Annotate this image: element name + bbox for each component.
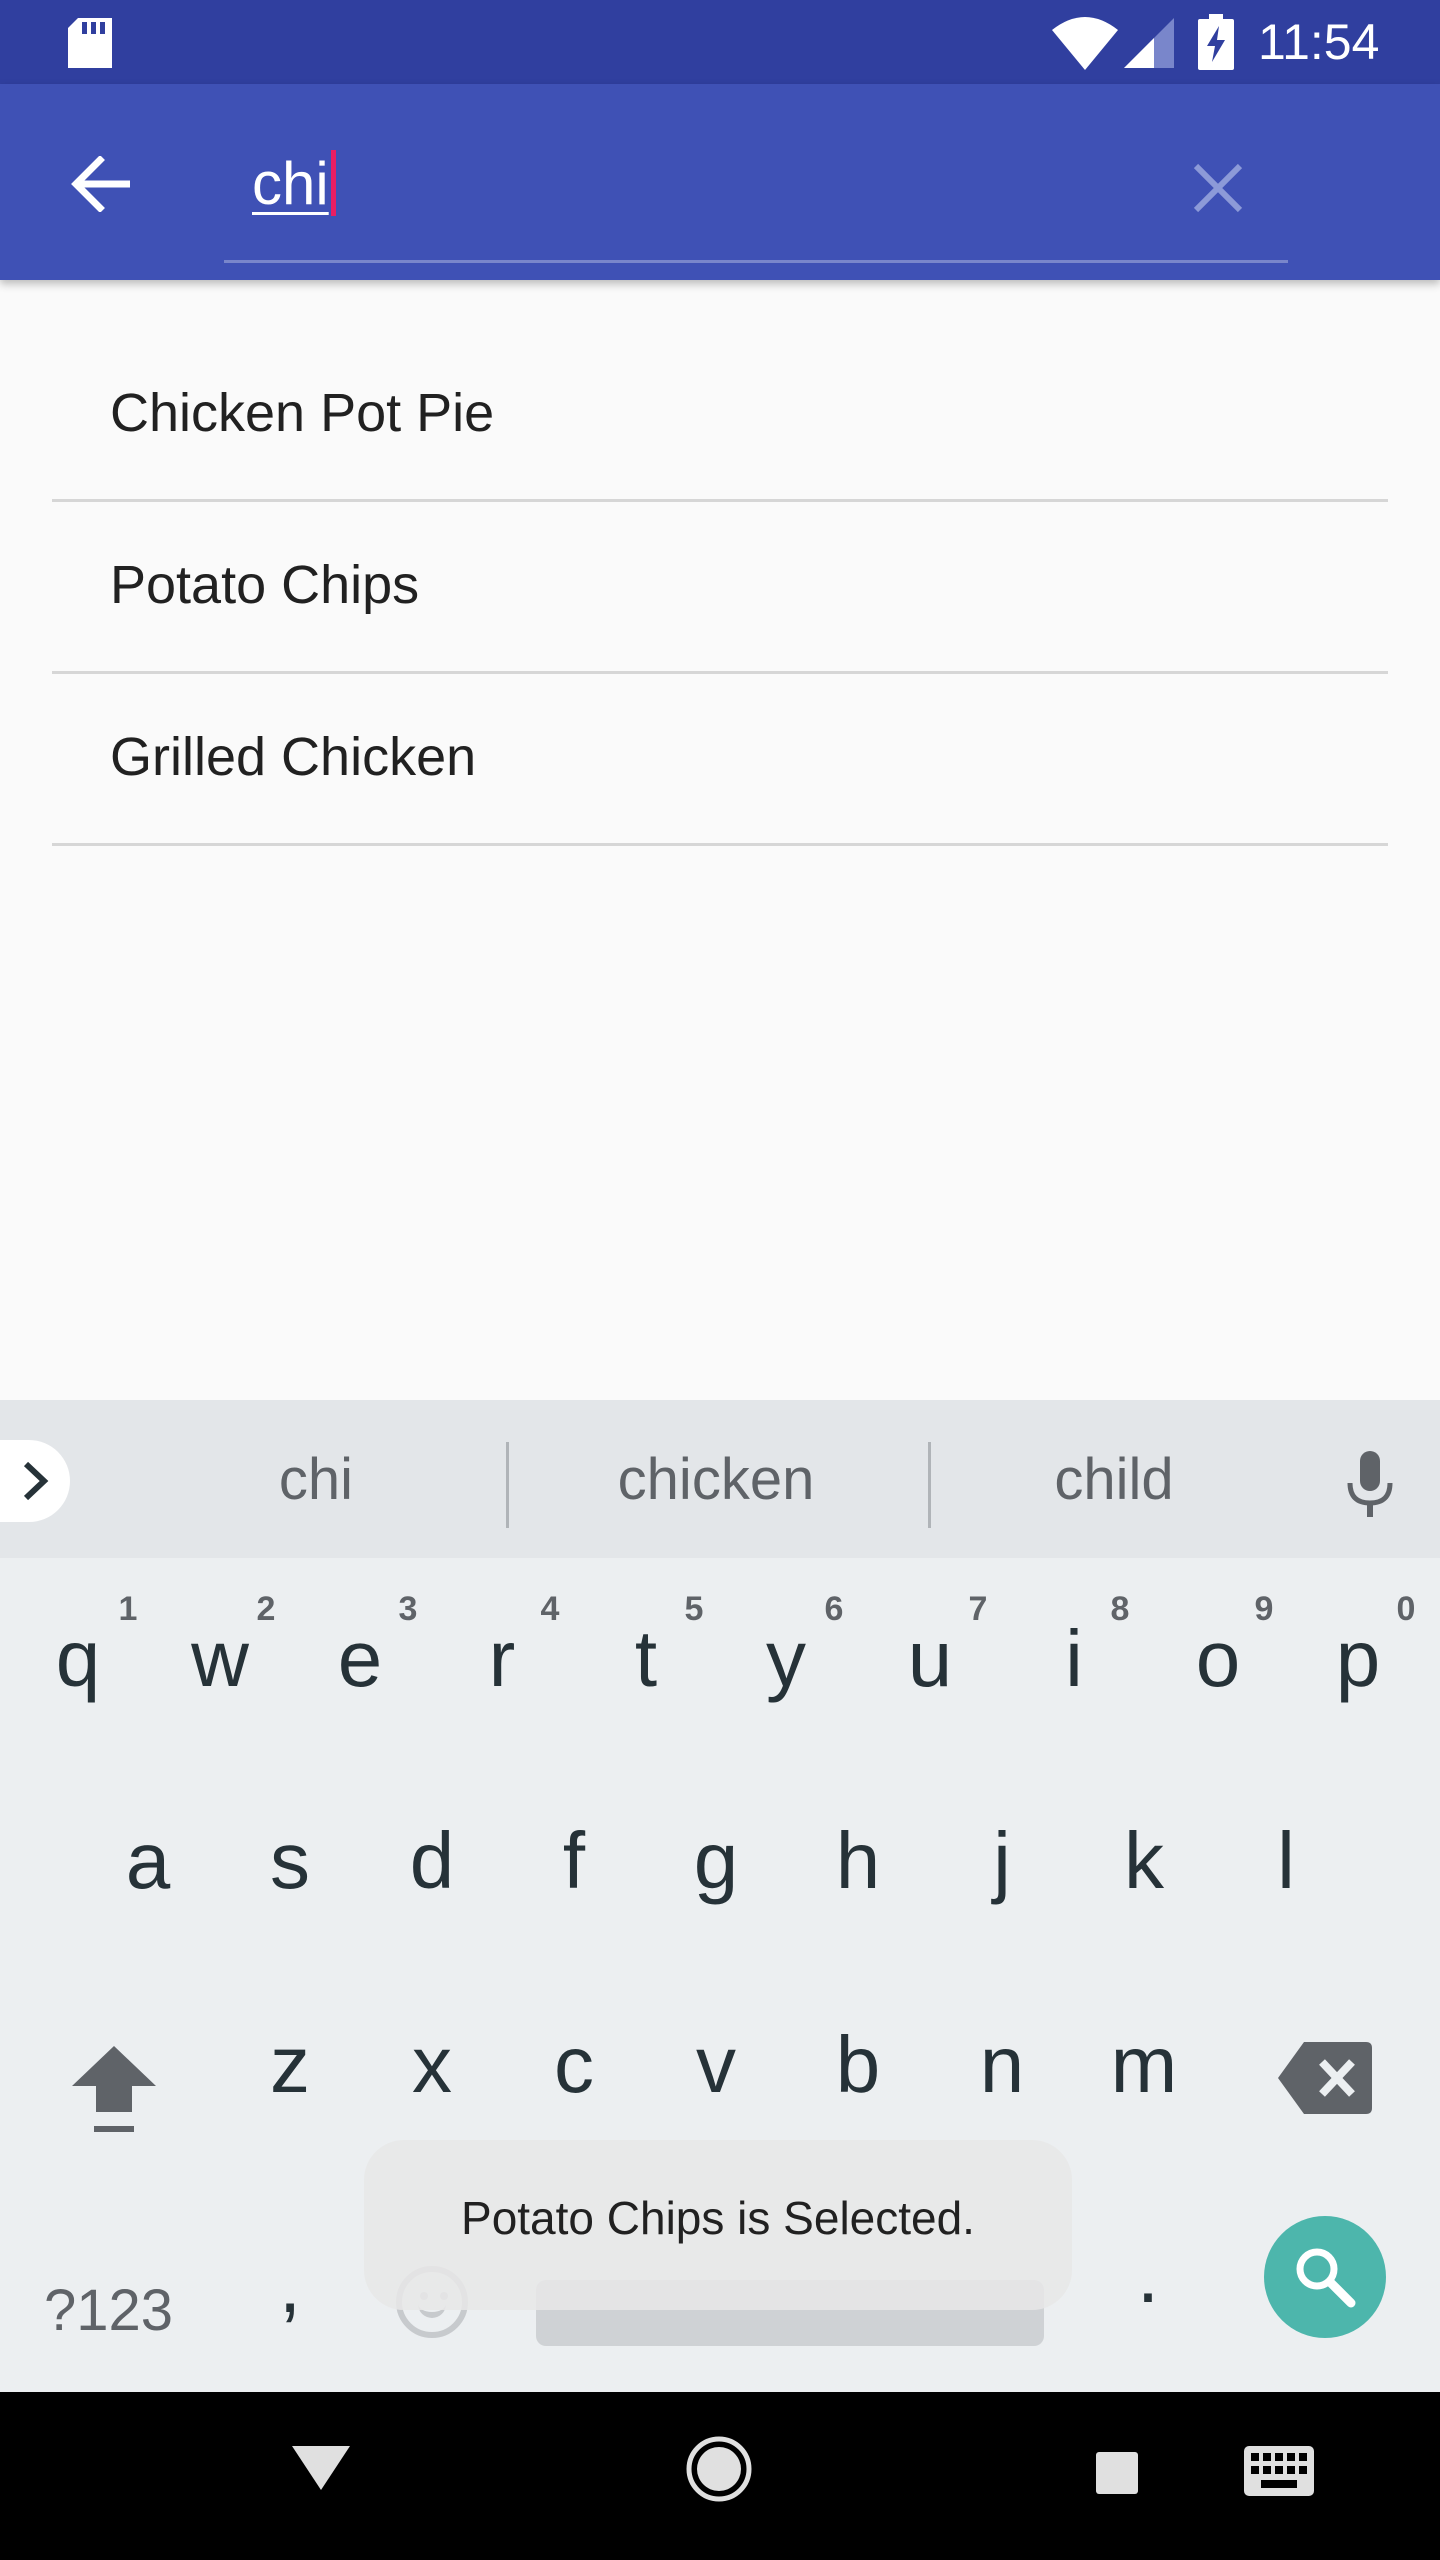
nav-recents-icon[interactable] xyxy=(1096,2452,1138,2494)
toast-text: Potato Chips is Selected. xyxy=(461,2192,975,2244)
key-z[interactable]: z xyxy=(240,2020,340,2110)
search-action-key[interactable] xyxy=(1264,2216,1386,2338)
key-f[interactable]: f xyxy=(524,1816,624,1906)
search-input-underline xyxy=(224,260,1288,263)
result-item-label: Grilled Chicken xyxy=(110,727,477,787)
backspace-icon xyxy=(1278,2042,1372,2114)
result-item[interactable]: Potato Chips xyxy=(52,502,1388,674)
wifi-icon xyxy=(1052,17,1118,70)
key-a[interactable]: a xyxy=(98,1816,198,1906)
system-navigation-bar xyxy=(0,2392,1440,2560)
nav-home-icon[interactable] xyxy=(684,2434,754,2504)
key-c[interactable]: c xyxy=(524,2020,624,2110)
key-hint-8: 8 xyxy=(1110,1590,1130,1628)
key-s[interactable]: s xyxy=(240,1816,340,1906)
cellular-signal-icon xyxy=(1124,18,1174,68)
battery-charging-icon xyxy=(1198,14,1234,70)
sd-card-icon xyxy=(68,18,112,68)
key-m[interactable]: m xyxy=(1094,2020,1194,2110)
clear-search-button[interactable] xyxy=(1178,148,1258,228)
key-hint-7: 7 xyxy=(968,1590,988,1628)
backspace-key[interactable] xyxy=(1276,2038,1376,2118)
result-item-label: Potato Chips xyxy=(110,555,420,615)
suggestion-divider xyxy=(506,1442,509,1528)
key-l[interactable]: l xyxy=(1236,1816,1336,1906)
key-d[interactable]: d xyxy=(382,1816,482,1906)
nav-back-icon[interactable] xyxy=(290,2444,352,2492)
key-hint-2: 2 xyxy=(256,1590,276,1628)
result-item[interactable]: Grilled Chicken xyxy=(52,674,1388,846)
keyboard-switch-icon[interactable] xyxy=(1244,2446,1314,2496)
voice-input-button[interactable] xyxy=(1340,1444,1400,1524)
search-input-value: chi xyxy=(252,150,329,217)
key-g[interactable]: g xyxy=(666,1816,766,1906)
key-j[interactable]: j xyxy=(952,1816,1052,1906)
suggestion-chi[interactable]: chi xyxy=(196,1440,436,1520)
suggestion-chicken[interactable]: chicken xyxy=(556,1440,876,1520)
mic-icon xyxy=(1347,1451,1393,1517)
key-hint-5: 5 xyxy=(684,1590,704,1628)
key-hint-4: 4 xyxy=(540,1590,560,1628)
keyboard-expand-button[interactable] xyxy=(0,1440,70,1522)
text-cursor xyxy=(330,150,336,217)
key-hint-1: 1 xyxy=(118,1590,138,1628)
chevron-right-icon xyxy=(23,1461,49,1501)
status-bar: 11:54 xyxy=(0,0,1440,84)
key-k[interactable]: k xyxy=(1094,1816,1194,1906)
comma-key[interactable]: , xyxy=(240,2240,340,2330)
key-hint-3: 3 xyxy=(398,1590,418,1628)
symbols-key[interactable]: ?123 xyxy=(44,2276,173,2346)
search-input[interactable]: chi xyxy=(252,144,1152,224)
key-n[interactable]: n xyxy=(952,2020,1052,2110)
key-hint-9: 9 xyxy=(1254,1590,1274,1628)
key-x[interactable]: x xyxy=(382,2020,482,2110)
suggestion-child[interactable]: child xyxy=(984,1440,1244,1520)
key-hint-0: 0 xyxy=(1396,1590,1416,1628)
shift-icon xyxy=(72,2046,156,2132)
search-icon xyxy=(1296,2248,1356,2308)
result-item[interactable]: Chicken Pot Pie xyxy=(52,330,1388,502)
close-icon xyxy=(1193,163,1243,213)
back-button[interactable] xyxy=(60,144,140,224)
toast-message: Potato Chips is Selected. xyxy=(364,2140,1072,2310)
search-app-bar: chi xyxy=(0,84,1440,280)
arrow-back-icon xyxy=(71,156,130,212)
key-b[interactable]: b xyxy=(808,2020,908,2110)
search-results-list: Chicken Pot Pie Potato Chips Grilled Chi… xyxy=(52,330,1388,846)
period-key[interactable]: . xyxy=(1098,2230,1198,2320)
key-h[interactable]: h xyxy=(808,1816,908,1906)
key-hint-6: 6 xyxy=(824,1590,844,1628)
status-time: 11:54 xyxy=(1258,14,1380,70)
shift-key[interactable] xyxy=(66,2040,162,2140)
key-v[interactable]: v xyxy=(666,2020,766,2110)
suggestion-strip: chi chicken child xyxy=(0,1400,1440,1558)
suggestion-divider xyxy=(928,1442,931,1528)
result-item-label: Chicken Pot Pie xyxy=(110,383,495,443)
